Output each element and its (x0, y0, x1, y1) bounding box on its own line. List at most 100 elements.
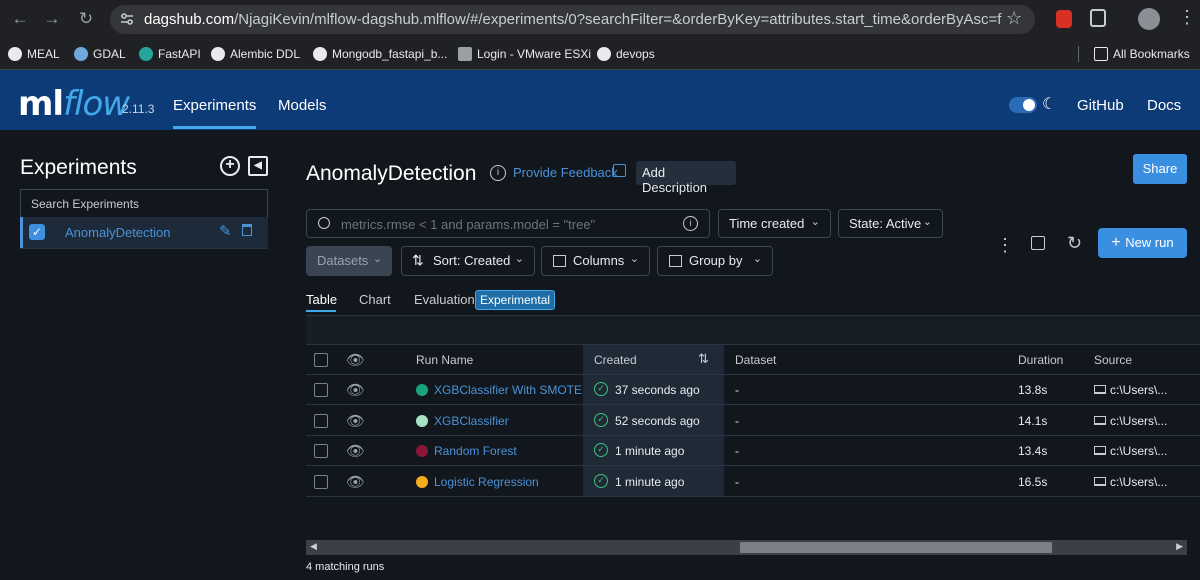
extensions-puzzle-icon[interactable] (1090, 9, 1106, 27)
run-color-dot[interactable] (416, 414, 428, 427)
select-all-checkbox[interactable] (314, 353, 328, 367)
column-created[interactable]: Created (594, 353, 637, 367)
column-duration[interactable]: Duration (1018, 353, 1063, 367)
add-description-button[interactable]: Add Description (636, 161, 736, 195)
column-source[interactable]: Source (1094, 353, 1132, 367)
site-settings-icon[interactable] (120, 12, 134, 26)
run-name-link[interactable]: XGBClassifier (434, 414, 509, 428)
source-cell[interactable]: c:\Users\... (1110, 383, 1167, 397)
table-row[interactable]: 👁 XGBClassifier ✓ 52 seconds ago - 14.1s c:\Us… (306, 406, 1200, 436)
refresh-icon[interactable]: ↻ (1067, 233, 1082, 254)
eye-icon[interactable]: 👁 (346, 442, 365, 460)
eye-icon[interactable]: 👁 (346, 381, 365, 399)
dark-mode-toggle[interactable] (1009, 97, 1037, 113)
scroll-left-icon[interactable]: ◀ (310, 541, 317, 552)
url-text: dagshub.com/NjagiKevin/mlflow-dagshub.ml… (144, 11, 1002, 28)
bookmarks-bar: MEAL GDAL FastAPI Alembic DDL Mongodb_fa… (0, 38, 1200, 70)
experiment-item[interactable]: ✓ AnomalyDetection ✎ (20, 217, 268, 248)
column-dataset[interactable]: Dataset (735, 353, 776, 367)
add-experiment-icon[interactable]: + (220, 156, 240, 176)
reload-icon[interactable]: ↻ (74, 7, 98, 31)
experiment-label[interactable]: AnomalyDetection (65, 225, 171, 240)
source-cell[interactable]: c:\Users\... (1110, 414, 1167, 428)
dataset-cell: - (735, 383, 739, 397)
more-options-icon[interactable]: ⋮ (996, 235, 1014, 256)
chevron-down-icon: ⌄ (372, 253, 382, 265)
table-row[interactable]: 👁 Random Forest ✓ 1 minute ago - 13.4s c:\User… (306, 436, 1200, 466)
horizontal-scrollbar[interactable]: ◀ ▶ (306, 540, 1187, 555)
run-color-dot[interactable] (416, 384, 428, 396)
datasets-dropdown[interactable]: Datasets ⌄ (306, 246, 392, 276)
bookmark-devops[interactable]: devops (597, 45, 655, 63)
tab-table[interactable]: Table (306, 292, 337, 307)
bookmark-meal[interactable]: MEAL (8, 45, 60, 63)
menu-kebab-icon[interactable]: ⋮ (1178, 7, 1196, 28)
mlflow-logo[interactable]: mlflow (18, 84, 130, 124)
dataset-cell: - (735, 444, 739, 458)
experiment-checkbox[interactable]: ✓ (29, 224, 45, 240)
github-link[interactable]: GitHub (1077, 97, 1124, 114)
bookmark-fastapi[interactable]: FastAPI (139, 45, 201, 63)
scroll-right-icon[interactable]: ▶ (1176, 541, 1183, 552)
bookmark-mongodb[interactable]: Mongodb_fastapi_b... (313, 45, 447, 63)
new-run-button[interactable]: + New run (1098, 228, 1187, 258)
trash-icon[interactable] (242, 224, 252, 236)
run-name-link[interactable]: Random Forest (434, 444, 517, 458)
browser-toolbar: ← → ↻ dagshub.com/NjagiKevin/mlflow-dags… (0, 0, 1200, 38)
all-bookmarks[interactable]: All Bookmarks (1094, 45, 1190, 63)
info-icon[interactable]: i (683, 216, 698, 231)
address-bar[interactable]: dagshub.com/NjagiKevin/mlflow-dagshub.ml… (110, 5, 1035, 34)
experiment-search-input[interactable]: Search Experiments (20, 189, 268, 217)
row-checkbox[interactable] (314, 474, 328, 489)
bookmark-gdal[interactable]: GDAL (74, 45, 126, 63)
table-row[interactable]: 👁 XGBClassifier With SMOTE ✓ 37 seconds ago… (306, 375, 1200, 405)
scrollbar-thumb[interactable] (740, 542, 1052, 553)
row-checkbox[interactable] (314, 413, 328, 428)
collapse-sidebar-icon[interactable]: ◀ (248, 156, 268, 176)
run-search-input[interactable]: metrics.rmse < 1 and params.model = "tre… (306, 209, 710, 238)
tab-evaluation[interactable]: Evaluation (414, 292, 475, 307)
provide-feedback-link[interactable]: Provide Feedback (513, 165, 618, 180)
run-color-dot[interactable] (416, 445, 428, 457)
bookmark-star-icon[interactable]: ☆ (1006, 8, 1022, 29)
nav-models[interactable]: Models (278, 97, 326, 114)
sort-dropdown[interactable]: ⇅ Sort: Created ⌄ (401, 246, 535, 276)
row-checkbox[interactable] (314, 444, 328, 458)
gdal-icon (74, 47, 88, 61)
info-icon[interactable]: i (490, 165, 506, 181)
eye-icon[interactable]: 👁 (346, 473, 365, 491)
matching-runs-count: 4 matching runs (306, 561, 385, 573)
run-name-link[interactable]: XGBClassifier With SMOTE (434, 383, 582, 397)
columns-dropdown[interactable]: Columns ⌄ (541, 246, 650, 276)
chevron-down-icon: ⌄ (752, 253, 762, 265)
state-dropdown[interactable]: State: Active ⌄ (838, 209, 943, 238)
table-row[interactable]: 👁 Logistic Regression ✓ 1 minute ago - 16.5s c… (306, 467, 1200, 497)
eye-icon[interactable]: 👁 (346, 412, 365, 430)
row-checkbox[interactable] (314, 383, 328, 397)
eye-icon[interactable]: 👁 (346, 351, 365, 369)
profile-avatar[interactable] (1138, 8, 1160, 30)
version-label: 2.11.3 (122, 102, 155, 116)
edit-icon[interactable]: ✎ (219, 222, 232, 240)
bookmark-vmware[interactable]: Login - VMware ESXi (458, 45, 591, 63)
source-cell[interactable]: c:\Users\... (1110, 444, 1167, 458)
run-color-dot[interactable] (416, 475, 428, 488)
group-by-dropdown[interactable]: Group by ⌄ (657, 246, 773, 276)
column-run-name[interactable]: Run Name (416, 353, 473, 367)
share-button[interactable]: Share (1133, 154, 1187, 184)
sort-desc-icon[interactable]: ⇅ (698, 351, 709, 367)
forward-icon[interactable]: → (40, 7, 64, 31)
extension-icon[interactable] (1056, 10, 1072, 28)
chevron-down-icon: ⌄ (629, 253, 639, 265)
run-name-link[interactable]: Logistic Regression (434, 475, 539, 489)
tab-chart[interactable]: Chart (359, 292, 391, 307)
time-created-dropdown[interactable]: Time created ⌄ (718, 209, 831, 238)
docs-link[interactable]: Docs (1147, 97, 1181, 114)
sidebar-toggle-icon[interactable] (1031, 236, 1045, 250)
back-icon[interactable]: ← (8, 7, 32, 31)
bookmark-alembic[interactable]: Alembic DDL (211, 45, 300, 63)
nav-experiments[interactable]: Experiments (173, 97, 256, 114)
external-link-icon[interactable] (613, 164, 626, 177)
page-icon (458, 47, 472, 61)
source-cell[interactable]: c:\Users\... (1110, 475, 1167, 489)
